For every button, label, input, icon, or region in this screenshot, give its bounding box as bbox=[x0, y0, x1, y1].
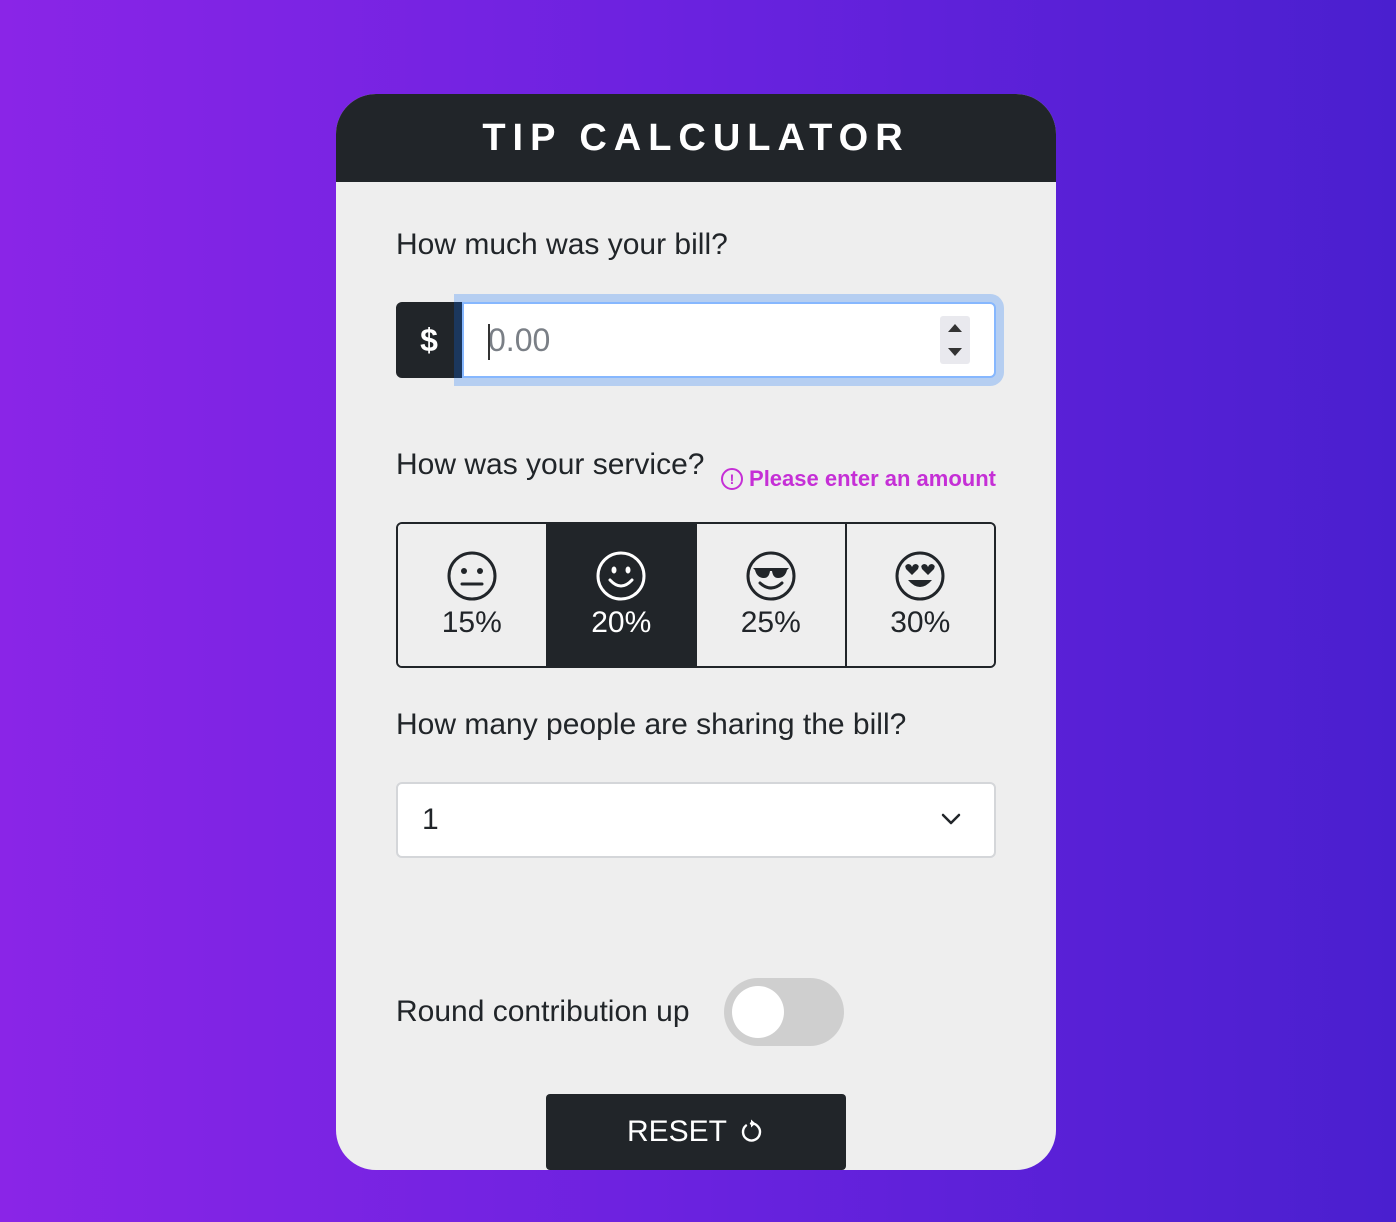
decrement-arrow-icon[interactable] bbox=[948, 348, 962, 356]
tip-option-label: 25% bbox=[740, 606, 801, 639]
reset-button[interactable]: RESET bbox=[546, 1094, 846, 1170]
alert-circle-icon: ! bbox=[721, 468, 744, 490]
tip-option-label: 20% bbox=[591, 606, 652, 639]
bill-input-wrapper bbox=[462, 302, 996, 378]
neutral-face-icon bbox=[447, 551, 497, 601]
tip-option-label: 15% bbox=[441, 606, 502, 639]
reset-rotate-icon bbox=[741, 1119, 762, 1142]
round-up-toggle[interactable] bbox=[723, 978, 844, 1046]
tip-option-20[interactable]: 20% bbox=[547, 524, 697, 666]
people-question: How many people are sharing the bill? bbox=[396, 708, 907, 741]
currency-symbol: $ bbox=[396, 302, 462, 378]
bill-input-group: $ bbox=[396, 302, 996, 378]
tip-option-30[interactable]: 30% bbox=[846, 524, 994, 666]
sunglasses-face-icon bbox=[746, 551, 796, 601]
bill-validation-message: ! Please enter an amount bbox=[721, 466, 996, 492]
card-header: TIP CALCULATOR bbox=[336, 94, 1056, 182]
number-spinner[interactable] bbox=[940, 316, 970, 364]
bill-amount-input[interactable] bbox=[464, 310, 904, 370]
chevron-down-icon bbox=[941, 813, 961, 825]
increment-arrow-icon[interactable] bbox=[948, 324, 962, 332]
text-caret bbox=[488, 324, 490, 360]
tip-option-25[interactable]: 25% bbox=[697, 524, 847, 666]
service-question: How was your service? bbox=[396, 448, 705, 481]
reset-label: RESET bbox=[626, 1115, 728, 1148]
tip-percentage-group: 15% 20% 25% 30% bbox=[396, 522, 996, 668]
people-selected-value: 1 bbox=[422, 803, 439, 836]
validation-text: Please enter an amount bbox=[749, 466, 996, 491]
round-up-row: Round contribution up bbox=[396, 978, 844, 1046]
app-title: TIP CALCULATOR bbox=[482, 116, 910, 159]
smiling-face-icon bbox=[596, 551, 646, 601]
heart-eyes-face-icon bbox=[895, 551, 945, 601]
tip-calculator-card: TIP CALCULATOR How much was your bill? $… bbox=[336, 94, 1056, 1170]
tip-option-label: 30% bbox=[890, 606, 951, 639]
toggle-knob bbox=[731, 986, 784, 1038]
round-up-label: Round contribution up bbox=[396, 995, 690, 1028]
bill-question: How much was your bill? bbox=[396, 228, 728, 261]
people-count-select[interactable]: 1 bbox=[396, 782, 996, 858]
tip-option-15[interactable]: 15% bbox=[398, 524, 548, 666]
